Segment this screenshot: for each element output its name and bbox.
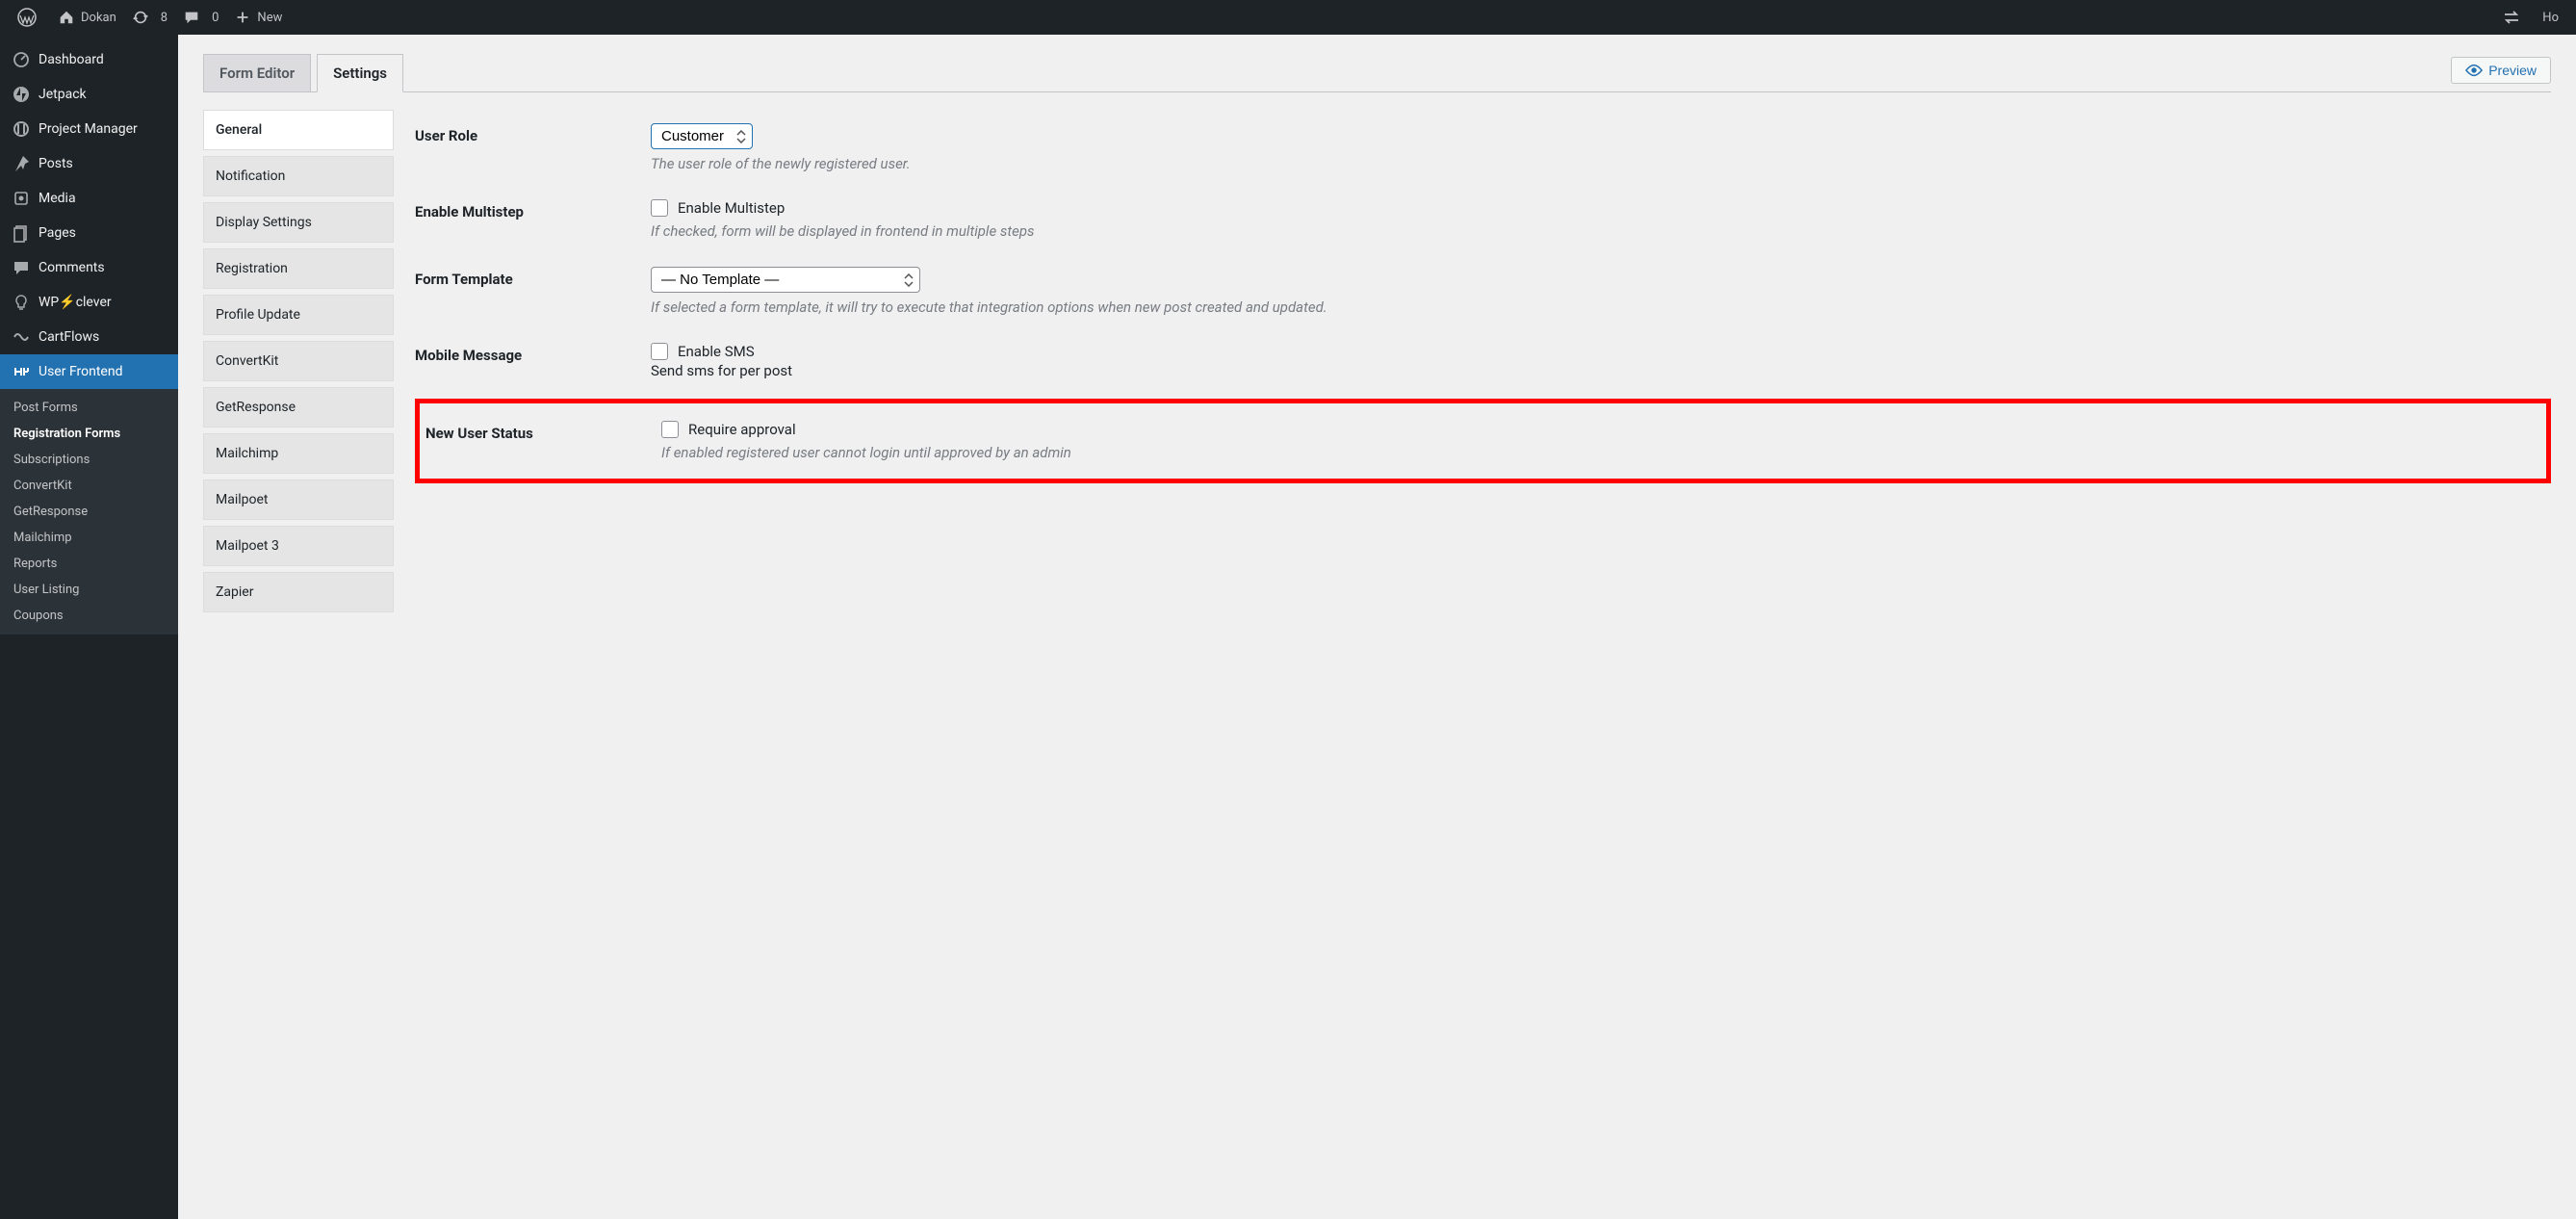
eye-icon xyxy=(2465,64,2483,77)
enable-multistep-desc: If checked, form will be displayed in fr… xyxy=(651,222,2551,240)
form-template-select[interactable]: — No Template — xyxy=(651,267,920,293)
sidebar-item-label: Posts xyxy=(39,156,73,171)
sidebar-item-dashboard[interactable]: Dashboard xyxy=(0,42,178,77)
new-user-status-label: New User Status xyxy=(425,421,661,442)
submenu-item-getresponse[interactable]: GetResponse xyxy=(0,499,178,525)
submenu-item-convertkit[interactable]: ConvertKit xyxy=(0,473,178,499)
tab-settings[interactable]: Settings xyxy=(317,54,403,92)
admin-sidebar: Dashboard Jetpack Project Manager Posts … xyxy=(0,35,178,1219)
sidebar-item-media[interactable]: Media xyxy=(0,181,178,216)
settings-nav-notification[interactable]: Notification xyxy=(203,156,394,196)
sidebar-submenu: Post Forms Registration Forms Subscripti… xyxy=(0,389,178,635)
updates-count: 8 xyxy=(161,11,167,25)
refresh-link[interactable] xyxy=(2494,0,2535,35)
admin-bar: Dokan 8 0 New Ho xyxy=(0,0,2576,35)
settings-nav-mailchimp[interactable]: Mailchimp xyxy=(203,433,394,474)
submenu-item-mailchimp[interactable]: Mailchimp xyxy=(0,525,178,551)
comment-icon xyxy=(183,9,200,26)
sidebar-item-user-frontend[interactable]: User Frontend xyxy=(0,354,178,389)
submenu-item-coupons[interactable]: Coupons xyxy=(0,603,178,629)
sidebar-item-label: WP⚡clever xyxy=(39,295,112,310)
settings-nav-profile-update[interactable]: Profile Update xyxy=(203,295,394,335)
plus-icon xyxy=(234,9,251,26)
sidebar-item-comments[interactable]: Comments xyxy=(0,250,178,285)
enable-sms-cblabel: Enable SMS xyxy=(678,343,755,360)
user-role-select[interactable]: Customer xyxy=(651,123,753,149)
home-icon xyxy=(58,9,75,26)
settings-nav-mailpoet[interactable]: Mailpoet xyxy=(203,480,394,520)
enable-multistep-cblabel: Enable Multistep xyxy=(678,199,785,217)
sidebar-item-label: Project Manager xyxy=(39,121,138,137)
wordpress-icon xyxy=(17,8,37,27)
main-content: Form Editor Settings Preview General Not… xyxy=(178,35,2576,1219)
editor-tabs: Form Editor Settings xyxy=(203,54,409,91)
pin-icon xyxy=(12,154,31,173)
sidebar-item-cartflows[interactable]: CartFlows xyxy=(0,320,178,354)
submenu-item-subscriptions[interactable]: Subscriptions xyxy=(0,447,178,473)
settings-nav: General Notification Display Settings Re… xyxy=(203,110,394,618)
settings-nav-zapier[interactable]: Zapier xyxy=(203,572,394,612)
cartflows-icon xyxy=(12,327,31,347)
settings-nav-display-settings[interactable]: Display Settings xyxy=(203,202,394,243)
mobile-message-label: Mobile Message xyxy=(415,343,651,364)
howdy-link[interactable]: Ho xyxy=(2535,0,2566,35)
user-role-desc: The user role of the newly registered us… xyxy=(651,155,2551,172)
sidebar-item-label: Dashboard xyxy=(39,52,104,67)
howdy-label: Ho xyxy=(2542,11,2559,25)
settings-nav-convertkit[interactable]: ConvertKit xyxy=(203,341,394,381)
swap-icon xyxy=(2502,8,2521,27)
comments-link[interactable]: 0 xyxy=(175,0,226,35)
form-template-label: Form Template xyxy=(415,267,651,288)
userfrontend-icon xyxy=(12,362,31,381)
enable-multistep-checkbox[interactable] xyxy=(651,199,668,217)
project-icon xyxy=(12,119,31,139)
page-icon xyxy=(12,223,31,243)
sidebar-item-posts[interactable]: Posts xyxy=(0,146,178,181)
sidebar-item-label: Media xyxy=(39,191,76,206)
settings-form: User Role Customer The user role of the … xyxy=(415,110,2551,618)
tab-form-editor[interactable]: Form Editor xyxy=(203,54,311,91)
form-template-desc: If selected a form template, it will try… xyxy=(651,298,2551,316)
new-label: New xyxy=(257,11,282,25)
new-content-link[interactable]: New xyxy=(226,0,290,35)
sidebar-item-label: Jetpack xyxy=(39,87,87,102)
enable-sms-checkbox[interactable] xyxy=(651,343,668,360)
sidebar-item-label: Pages xyxy=(39,225,76,241)
wp-logo[interactable] xyxy=(10,0,50,35)
site-name-link[interactable]: Dokan xyxy=(50,0,124,35)
dashboard-icon xyxy=(12,50,31,69)
sidebar-item-pages[interactable]: Pages xyxy=(0,216,178,250)
sidebar-item-label: User Frontend xyxy=(39,364,122,379)
sidebar-item-jetpack[interactable]: Jetpack xyxy=(0,77,178,112)
settings-nav-mailpoet3[interactable]: Mailpoet 3 xyxy=(203,526,394,566)
require-approval-checkbox[interactable] xyxy=(661,421,679,438)
sidebar-item-label: Comments xyxy=(39,260,105,275)
enable-multistep-label: Enable Multistep xyxy=(415,199,651,220)
preview-button[interactable]: Preview xyxy=(2451,57,2551,84)
highlight-annotation: New User Status Require approval If enab… xyxy=(415,399,2551,483)
updates-link[interactable]: 8 xyxy=(124,0,175,35)
jetpack-icon xyxy=(12,85,31,104)
comments-icon xyxy=(12,258,31,277)
sidebar-item-wpclever[interactable]: WP⚡clever xyxy=(0,285,178,320)
mobile-message-sub: Send sms for per post xyxy=(651,362,2551,379)
user-role-label: User Role xyxy=(415,123,651,144)
update-icon xyxy=(132,9,149,26)
bulb-icon xyxy=(12,293,31,312)
sidebar-item-label: CartFlows xyxy=(39,329,99,345)
settings-nav-registration[interactable]: Registration xyxy=(203,248,394,289)
submenu-item-post-forms[interactable]: Post Forms xyxy=(0,395,178,421)
settings-nav-getresponse[interactable]: GetResponse xyxy=(203,387,394,428)
preview-label: Preview xyxy=(2488,63,2537,78)
site-name-label: Dokan xyxy=(81,11,116,25)
media-icon xyxy=(12,189,31,208)
submenu-item-reports[interactable]: Reports xyxy=(0,551,178,577)
comments-count: 0 xyxy=(212,11,219,25)
sidebar-item-project-manager[interactable]: Project Manager xyxy=(0,112,178,146)
new-user-status-desc: If enabled registered user cannot login … xyxy=(661,444,2540,461)
submenu-item-user-listing[interactable]: User Listing xyxy=(0,577,178,603)
settings-nav-general[interactable]: General xyxy=(203,110,394,150)
require-approval-cblabel: Require approval xyxy=(688,421,796,438)
submenu-item-registration-forms[interactable]: Registration Forms xyxy=(0,421,178,447)
